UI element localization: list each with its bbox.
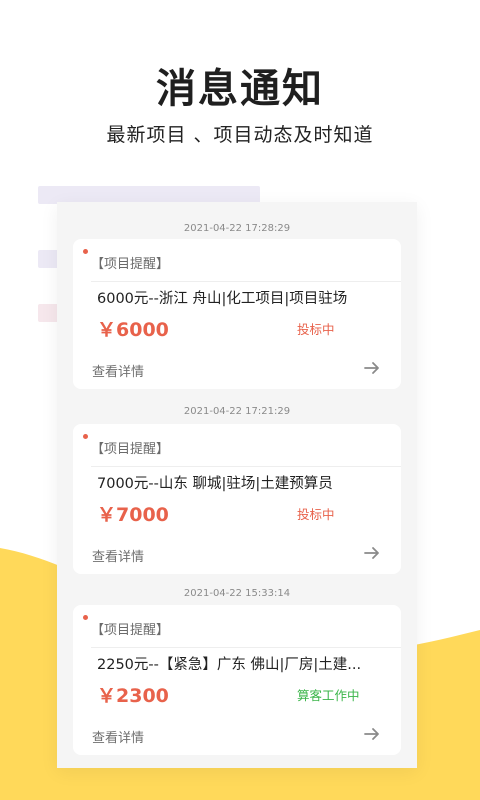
- notification-description: 2250元--【紧急】广东 佛山|厂房|土建...: [97, 657, 362, 673]
- notification-description: 6000元--浙江 舟山|化工项目|项目驻场: [97, 291, 348, 307]
- divider: [91, 466, 401, 467]
- page-title: 消息通知: [156, 66, 324, 112]
- notification-price: ￥6000: [97, 319, 169, 341]
- arrow-right-icon[interactable]: [363, 544, 381, 562]
- notification-tag: 【项目提醒】: [91, 623, 170, 638]
- status-badge: 投标中: [297, 322, 335, 337]
- unread-dot-icon: [83, 249, 88, 254]
- notification-card[interactable]: 【项目提醒】 6000元--浙江 舟山|化工项目|项目驻场 ￥6000 投标中 …: [73, 239, 401, 389]
- unread-dot-icon: [83, 615, 88, 620]
- notification-card[interactable]: 【项目提醒】 7000元--山东 聊城|驻场|土建预算员 ￥7000 投标中 查…: [73, 424, 401, 574]
- notification-timestamp: 2021-04-22 17:28:29: [183, 223, 291, 234]
- notification-price: ￥2300: [97, 685, 169, 707]
- status-badge: 算客工作中: [297, 688, 360, 703]
- notification-description: 7000元--山东 聊城|驻场|土建预算员: [97, 476, 333, 492]
- notification-timestamp: 2021-04-22 15:33:14: [183, 588, 291, 599]
- status-badge: 投标中: [297, 507, 335, 522]
- arrow-right-icon[interactable]: [363, 359, 381, 377]
- divider: [91, 647, 401, 648]
- arrow-right-icon[interactable]: [363, 725, 381, 743]
- notification-tag: 【项目提醒】: [91, 442, 170, 457]
- notification-panel: 2021-04-22 17:28:29 【项目提醒】 6000元--浙江 舟山|…: [57, 202, 417, 768]
- divider: [91, 281, 401, 282]
- view-details-link[interactable]: 查看详情: [92, 546, 144, 565]
- unread-dot-icon: [83, 434, 88, 439]
- page-subtitle: 最新项目 、项目动态及时知道: [106, 124, 374, 146]
- notification-card[interactable]: 【项目提醒】 2250元--【紧急】广东 佛山|厂房|土建... ￥2300 算…: [73, 605, 401, 755]
- view-details-link[interactable]: 查看详情: [92, 361, 144, 380]
- notification-price: ￥7000: [97, 504, 169, 526]
- notification-timestamp: 2021-04-22 17:21:29: [183, 406, 291, 417]
- view-details-link[interactable]: 查看详情: [92, 727, 144, 746]
- notification-tag: 【项目提醒】: [91, 257, 170, 272]
